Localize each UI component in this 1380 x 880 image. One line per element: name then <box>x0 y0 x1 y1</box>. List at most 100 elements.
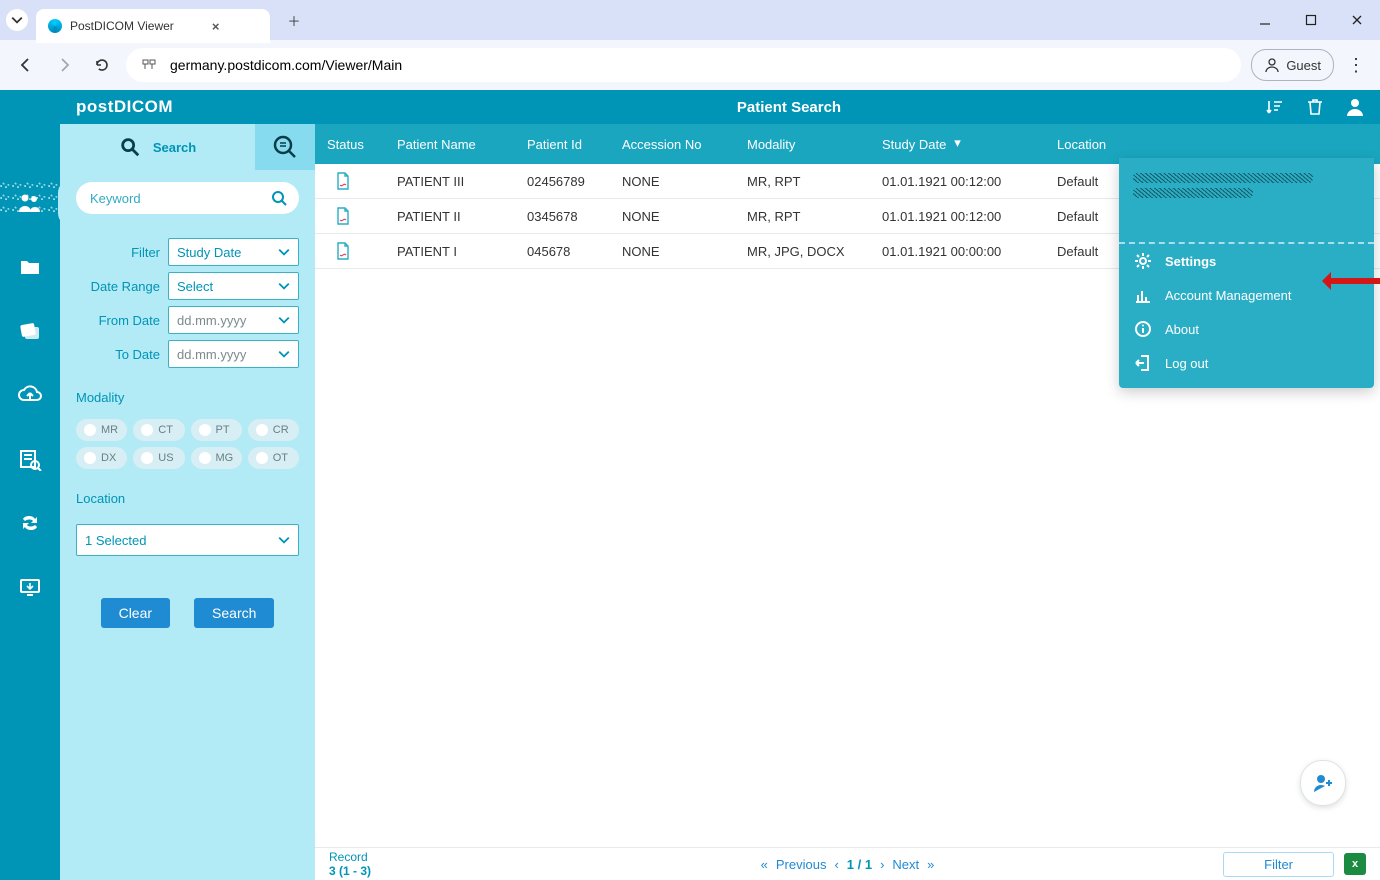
chevron-down-icon <box>278 246 290 258</box>
pager: « Previous ‹ 1 / 1 › Next » <box>761 857 935 872</box>
address-bar[interactable] <box>126 48 1241 82</box>
col-status[interactable]: Status <box>315 137 385 152</box>
person-plus-icon <box>1312 772 1334 794</box>
url-input[interactable] <box>168 56 1227 74</box>
new-tab-button[interactable]: ＋ <box>280 6 308 34</box>
nav-cards[interactable] <box>12 313 48 349</box>
menu-about[interactable]: About <box>1119 312 1374 346</box>
pager-last[interactable]: » <box>927 857 934 872</box>
nav-sync[interactable] <box>12 505 48 541</box>
footer-filter-button[interactable]: Filter <box>1223 852 1334 877</box>
chevron-down-icon <box>11 14 23 26</box>
col-accession[interactable]: Accession No <box>610 137 735 152</box>
results-panel: Status Patient Name Patient Id Accession… <box>315 124 1380 880</box>
pager-prev-chevron[interactable]: ‹ <box>834 857 838 872</box>
logout-icon <box>1133 353 1153 373</box>
tab-list-button[interactable] <box>6 9 28 31</box>
person-icon <box>1264 57 1280 73</box>
col-name[interactable]: Patient Name <box>385 137 515 152</box>
pager-first[interactable]: « <box>761 857 768 872</box>
window-minimize-button[interactable] <box>1242 0 1288 40</box>
pager-page: 1 / 1 <box>847 857 872 872</box>
col-id[interactable]: Patient Id <box>515 137 610 152</box>
sort-desc-icon: ▾ <box>954 137 961 151</box>
col-location[interactable]: Location <box>1045 137 1380 152</box>
chart-icon <box>1133 285 1153 305</box>
browser-chrome: PostDICOM Viewer × ＋ Guest ⋮ <box>0 0 1380 91</box>
add-patient-fab[interactable] <box>1300 760 1346 806</box>
menu-logout-label: Log out <box>1165 356 1208 371</box>
sort-button[interactable] <box>1264 96 1286 118</box>
clear-button[interactable]: Clear <box>101 598 170 628</box>
pager-next-chevron[interactable]: › <box>880 857 884 872</box>
pager-prev[interactable]: Previous <box>776 857 827 872</box>
daterange-select[interactable]: Select <box>168 272 299 300</box>
daterange-label: Date Range <box>76 279 160 294</box>
search-icon <box>119 136 141 158</box>
modality-ct[interactable]: CT <box>133 419 184 441</box>
tab-title: PostDICOM Viewer <box>70 19 174 33</box>
search-sidebar: Search Filter Study Date Date Range Sele… <box>60 124 315 880</box>
nav-display[interactable] <box>12 569 48 605</box>
tab-search-label: Search <box>153 140 196 155</box>
trash-button[interactable] <box>1304 96 1326 118</box>
todate-input[interactable]: dd.mm.yyyy <box>168 340 299 368</box>
todate-label: To Date <box>76 347 160 362</box>
modality-pt[interactable]: PT <box>191 419 242 441</box>
brand-logo: postDICOM <box>76 97 173 117</box>
window-close-button[interactable] <box>1334 0 1380 40</box>
menu-logout[interactable]: Log out <box>1119 346 1374 380</box>
nav-reload-button[interactable] <box>88 51 116 79</box>
user-dropdown: Settings Account Management About Log ou… <box>1119 158 1374 388</box>
filter-select[interactable]: Study Date <box>168 238 299 266</box>
user-menu-button[interactable] <box>1344 96 1366 118</box>
menu-about-label: About <box>1165 322 1199 337</box>
chevron-down-icon <box>278 348 290 360</box>
nav-upload[interactable] <box>12 377 48 413</box>
location-select[interactable]: 1 Selected <box>76 524 299 556</box>
modality-us[interactable]: US <box>133 447 184 469</box>
menu-settings[interactable]: Settings <box>1119 244 1374 278</box>
modality-label: Modality <box>76 390 299 405</box>
col-modality[interactable]: Modality <box>735 137 870 152</box>
nav-forward-button[interactable] <box>50 51 78 79</box>
nav-iconbar <box>0 124 60 880</box>
modality-mg[interactable]: MG <box>191 447 242 469</box>
modality-cr[interactable]: CR <box>248 419 299 441</box>
chevron-down-icon <box>278 534 290 546</box>
browser-tab[interactable]: PostDICOM Viewer × <box>36 9 270 43</box>
pager-next[interactable]: Next <box>892 857 919 872</box>
site-info-icon[interactable] <box>140 56 158 74</box>
profile-chip[interactable]: Guest <box>1251 49 1334 81</box>
app-header: postDICOM Patient Search <box>0 90 1380 124</box>
menu-settings-label: Settings <box>1165 254 1216 269</box>
search-icon <box>271 190 287 206</box>
search-button[interactable]: Search <box>194 598 274 628</box>
nav-worklist[interactable] <box>12 441 48 477</box>
favicon-icon <box>48 19 62 33</box>
tab-close-button[interactable]: × <box>212 19 220 34</box>
fromdate-input[interactable]: dd.mm.yyyy <box>168 306 299 334</box>
export-excel-button[interactable]: x <box>1344 853 1366 875</box>
keyword-input[interactable] <box>88 190 271 207</box>
keyword-field[interactable] <box>76 182 299 214</box>
tab-search[interactable]: Search <box>60 124 255 170</box>
modality-dx[interactable]: DX <box>76 447 127 469</box>
filter-label: Filter <box>76 245 160 260</box>
nav-patients[interactable] <box>12 185 48 221</box>
browser-menu-button[interactable]: ⋮ <box>1344 55 1368 76</box>
window-maximize-button[interactable] <box>1288 0 1334 40</box>
nav-folders[interactable] <box>12 249 48 285</box>
modality-ot[interactable]: OT <box>248 447 299 469</box>
page-title: Patient Search <box>314 99 1264 116</box>
menu-account-label: Account Management <box>1165 288 1291 303</box>
col-studydate[interactable]: Study Date▾ <box>870 137 1045 152</box>
tab-advanced-search[interactable] <box>255 124 315 170</box>
record-count: 3 (1 - 3) <box>329 864 761 878</box>
fromdate-label: From Date <box>76 313 160 328</box>
search-doc-icon <box>272 134 298 160</box>
profile-label: Guest <box>1286 58 1321 73</box>
modality-mr[interactable]: MR <box>76 419 127 441</box>
menu-account[interactable]: Account Management <box>1119 278 1374 312</box>
nav-back-button[interactable] <box>12 51 40 79</box>
